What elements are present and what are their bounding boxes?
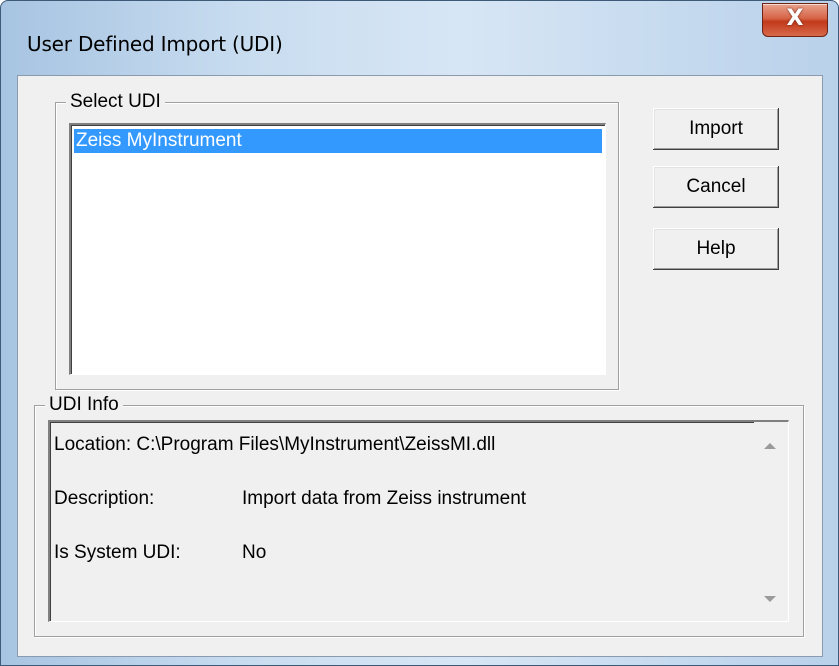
- window-title: User Defined Import (UDI): [27, 32, 283, 56]
- list-item-zeiss-myinstrument[interactable]: Zeiss MyInstrument: [74, 129, 602, 153]
- description-label: Description:: [54, 488, 155, 509]
- udi-info-label: UDI Info: [45, 394, 123, 416]
- scroll-down-arrow-icon[interactable]: [764, 596, 776, 602]
- location-text: Location: C:\Program Files\MyInstrument\…: [54, 434, 496, 455]
- title-bar[interactable]: User Defined Import (UDI) X: [1, 1, 838, 75]
- description-value: Import data from Zeiss instrument: [242, 488, 527, 509]
- udi-info-box: Location: C:\Program Files\MyInstrument\…: [48, 420, 789, 622]
- system-udi-label: Is System UDI:: [54, 542, 181, 563]
- info-scrollbar[interactable]: [754, 422, 788, 621]
- close-button[interactable]: X: [762, 3, 828, 37]
- close-icon: X: [786, 6, 804, 31]
- system-udi-row: Is System UDI: No: [54, 542, 654, 564]
- dialog-client-area: Select UDI Zeiss MyInstrument Import Can…: [17, 75, 823, 657]
- udi-listbox[interactable]: Zeiss MyInstrument: [69, 123, 606, 375]
- description-row: Description: Import data from Zeiss inst…: [54, 488, 654, 510]
- list-item-label: Zeiss MyInstrument: [76, 130, 242, 151]
- scroll-up-arrow-icon[interactable]: [764, 443, 776, 449]
- help-button[interactable]: Help: [653, 228, 779, 270]
- cancel-button[interactable]: Cancel: [653, 166, 779, 208]
- select-udi-group: Select UDI Zeiss MyInstrument: [55, 91, 619, 390]
- dialog-window: User Defined Import (UDI) X Select UDI Z…: [0, 0, 839, 666]
- system-udi-value: No: [242, 542, 267, 563]
- import-button[interactable]: Import: [653, 108, 779, 150]
- udi-info-group: UDI Info Location: C:\Program Files\MyIn…: [34, 394, 804, 637]
- select-udi-label: Select UDI: [66, 91, 165, 113]
